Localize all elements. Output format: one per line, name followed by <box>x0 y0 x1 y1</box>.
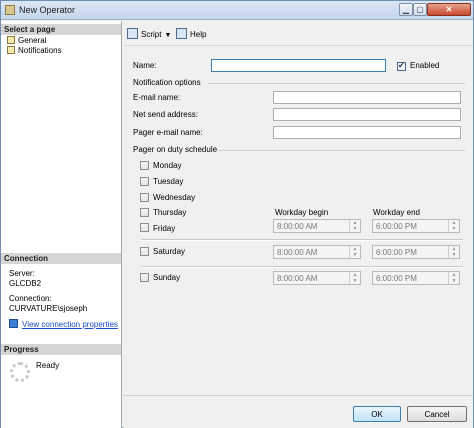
spin-down-icon[interactable]: ▼ <box>449 278 459 284</box>
wednesday-checkbox[interactable] <box>140 193 149 202</box>
thursday-checkbox[interactable] <box>140 208 149 217</box>
title-bar: New Operator ▁ ▢ ✕ <box>1 1 473 20</box>
window-app-icon <box>5 5 15 15</box>
tuesday-checkbox[interactable] <box>140 177 149 186</box>
saturday-checkbox[interactable] <box>140 247 149 256</box>
spin-down-icon[interactable]: ▼ <box>350 278 360 284</box>
pager-schedule-divider <box>215 150 465 151</box>
name-input[interactable] <box>211 59 386 72</box>
monday-checkbox[interactable] <box>140 161 149 170</box>
cancel-button[interactable]: Cancel <box>407 406 467 422</box>
script-icon <box>127 28 138 39</box>
workday-begin-label: Workday begin <box>275 208 329 217</box>
minimize-icon: ▁ <box>402 5 410 14</box>
maximize-icon: ▢ <box>416 5 424 14</box>
view-connection-properties-link[interactable]: View connection properties <box>9 319 118 330</box>
workday-end-label: Workday end <box>373 208 420 217</box>
saturday-label: Saturday <box>153 247 186 256</box>
saturday-end-value: 6:00:00 PM <box>376 248 417 257</box>
saturday-end-time[interactable]: 6:00:00 PM ▲ ▼ <box>372 245 460 259</box>
script-button[interactable]: Script ▼ <box>127 28 171 40</box>
properties-icon <box>9 319 18 328</box>
time-spinner[interactable]: ▲ ▼ <box>349 246 360 258</box>
net-send-address-label: Net send address: <box>133 110 198 119</box>
weekday-end-time[interactable]: 6:00:00 PM ▲ ▼ <box>372 219 460 233</box>
sunday-begin-value: 8:00:00 AM <box>277 274 318 283</box>
help-icon <box>176 28 187 39</box>
close-icon: ✕ <box>445 5 453 14</box>
email-name-input[interactable] <box>273 91 461 104</box>
net-send-address-input[interactable] <box>273 108 461 121</box>
page-item-notifications[interactable]: Notifications <box>7 46 62 56</box>
spin-down-icon[interactable]: ▼ <box>449 252 459 258</box>
operator-form: Name: Enabled Notification options E-mai… <box>123 47 473 395</box>
script-label: Script <box>141 30 162 39</box>
spin-down-icon[interactable]: ▼ <box>449 226 459 232</box>
time-spinner[interactable]: ▲ ▼ <box>349 272 360 284</box>
chevron-down-icon[interactable]: ▼ <box>164 32 171 39</box>
page-item-general[interactable]: General <box>7 36 46 46</box>
help-button[interactable]: Help <box>176 28 206 40</box>
connection-value: CURVATURE\sjoseph <box>9 304 88 313</box>
time-spinner[interactable]: ▲ ▼ <box>448 220 459 232</box>
notification-options-label: Notification options <box>133 78 201 87</box>
spin-down-icon[interactable]: ▼ <box>350 252 360 258</box>
pager-schedule-label: Pager on duty schedule <box>133 145 218 154</box>
server-label: Server: <box>9 269 35 278</box>
sunday-end-value: 6:00:00 PM <box>376 274 417 283</box>
page-icon <box>7 36 15 44</box>
wednesday-label: Wednesday <box>153 193 196 202</box>
monday-label: Monday <box>153 161 182 170</box>
left-pane: Select a page General Notifications Conn… <box>1 21 122 428</box>
saturday-begin-value: 8:00:00 AM <box>277 248 318 257</box>
tuesday-label: Tuesday <box>153 177 184 186</box>
pager-email-name-input[interactable] <box>273 126 461 139</box>
window-title: New Operator <box>19 5 76 15</box>
notification-options-divider <box>208 83 465 84</box>
new-operator-window: New Operator ▁ ▢ ✕ Select a page General… <box>0 0 474 428</box>
saturday-separator <box>141 266 463 268</box>
connection-label: Connection: <box>9 294 52 303</box>
time-spinner[interactable]: ▲ ▼ <box>448 272 459 284</box>
view-connection-properties-label: View connection properties <box>22 320 118 329</box>
saturday-begin-time[interactable]: 8:00:00 AM ▲ ▼ <box>273 245 361 259</box>
maximize-button[interactable]: ▢ <box>413 3 427 16</box>
enabled-checkbox[interactable] <box>397 61 406 71</box>
close-button[interactable]: ✕ <box>427 3 471 16</box>
page-item-general-label: General <box>18 36 47 45</box>
page-icon <box>7 46 15 54</box>
weekday-begin-time[interactable]: 8:00:00 AM ▲ ▼ <box>273 219 361 233</box>
help-label: Help <box>190 30 207 39</box>
sunday-end-time[interactable]: 6:00:00 PM ▲ ▼ <box>372 271 460 285</box>
dialog-footer: OK Cancel <box>123 395 473 428</box>
select-a-page-header: Select a page <box>1 24 121 35</box>
weekday-begin-value: 8:00:00 AM <box>277 222 318 231</box>
time-spinner[interactable]: ▲ ▼ <box>448 246 459 258</box>
pager-email-name-label: Pager e-mail name: <box>133 128 203 137</box>
server-value: GLCDB2 <box>9 279 42 288</box>
sunday-label: Sunday <box>153 273 181 282</box>
progress-header: Progress <box>1 344 121 355</box>
progress-spinner-icon <box>10 362 30 382</box>
sunday-begin-time[interactable]: 8:00:00 AM ▲ ▼ <box>273 271 361 285</box>
weekday-end-value: 6:00:00 PM <box>376 222 417 231</box>
friday-checkbox[interactable] <box>140 223 149 232</box>
connection-header: Connection <box>1 253 121 264</box>
email-name-label: E-mail name: <box>133 93 181 102</box>
thursday-label: Thursday <box>153 208 187 217</box>
time-spinner[interactable]: ▲ ▼ <box>349 220 360 232</box>
friday-label: Friday <box>153 224 176 233</box>
enabled-label: Enabled <box>410 61 440 70</box>
progress-status: Ready <box>36 361 60 370</box>
toolbar: Script ▼ Help <box>123 21 473 46</box>
page-item-notifications-label: Notifications <box>18 46 62 55</box>
ok-button[interactable]: OK <box>353 406 401 422</box>
spin-down-icon[interactable]: ▼ <box>350 226 360 232</box>
name-label: Name: <box>133 61 157 70</box>
weekday-separator <box>141 239 463 241</box>
minimize-button[interactable]: ▁ <box>399 3 413 16</box>
sunday-checkbox[interactable] <box>140 273 149 282</box>
